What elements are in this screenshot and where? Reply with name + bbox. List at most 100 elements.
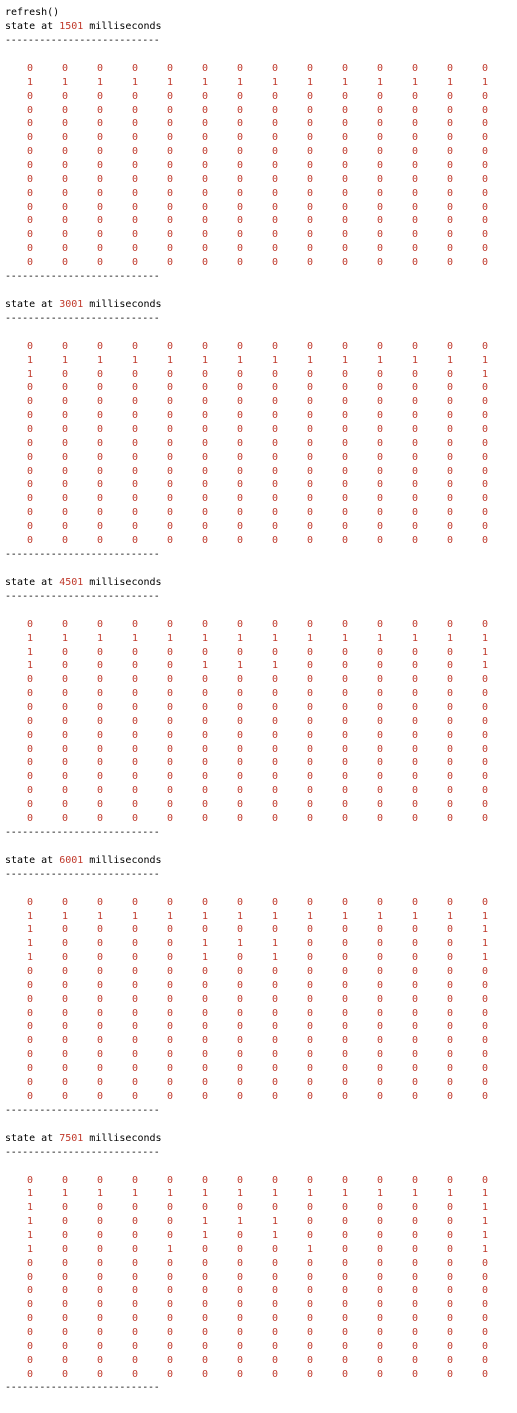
grid-cell: 0 [481,132,489,144]
grid-cell: 0 [26,104,34,116]
grid-cell: 0 [446,1021,454,1033]
grid-cell: 0 [341,1090,349,1102]
grid-cell: 0 [201,771,209,783]
grid-cell: 0 [446,771,454,783]
grid-cell: 0 [131,1202,139,1214]
grid-cell: 0 [236,118,244,130]
grid-cell: 1 [271,1188,279,1200]
grid-cell: 0 [446,1035,454,1047]
grid-cell: 1 [201,1188,209,1200]
grid-cell: 0 [166,771,174,783]
grid-cell: 0 [201,1313,209,1325]
grid-cell: 0 [341,257,349,269]
grid-cell: 0 [61,173,69,185]
grid-cell: 0 [271,924,279,936]
grid-cell: 0 [131,688,139,700]
state-suffix: milliseconds [83,854,162,866]
grid-cell: 0 [481,340,489,352]
grid-cell: 0 [341,743,349,755]
grid-cell: 0 [61,507,69,519]
grid-cell: 0 [306,979,314,991]
grid-cell: 0 [166,160,174,172]
grid-cell: 0 [481,90,489,102]
grid-cell: 0 [61,396,69,408]
grid-cell: 0 [271,368,279,380]
grid-cell: 0 [61,674,69,686]
grid-cell: 0 [131,979,139,991]
grid-cell: 0 [236,424,244,436]
grid-cell: 0 [306,757,314,769]
grid-cell: 0 [341,118,349,130]
grid-cell: 0 [306,715,314,727]
grid-cell: 1 [271,660,279,672]
grid-cell: 0 [26,451,34,463]
state-grid: 0 0 0 0 0 0 0 0 0 0 0 0 0 0 1 1 1 1 1 1 1 1 1 1 1 1 1 1 1 0 0 0 0 0 0 0 0 0 0 0… [24,618,510,826]
grid-cell: 0 [236,410,244,422]
grid-cell: 0 [26,215,34,227]
grid-cell: 0 [376,1216,384,1228]
grid-cell: 0 [306,1354,314,1366]
grid-cell: 0 [446,743,454,755]
grid-cell: 1 [201,952,209,964]
grid-cell: 0 [26,1090,34,1102]
grid-cell: 0 [201,229,209,241]
grid-cell: 0 [271,1174,279,1186]
grid-cell: 0 [236,451,244,463]
grid-cell: 0 [236,993,244,1005]
grid-cell: 0 [236,1285,244,1297]
state-ms-value: 3001 [59,298,84,310]
grid-cell: 0 [446,340,454,352]
grid-cell: 1 [411,910,419,922]
grid-cell: 1 [481,938,489,950]
grid-cell: 0 [131,257,139,269]
grid-cell: 0 [341,160,349,172]
grid-cell: 0 [26,1035,34,1047]
grid-cell: 0 [131,507,139,519]
grid-cell: 0 [271,1202,279,1214]
grid-cell: 0 [96,160,104,172]
grid-cell: 0 [201,90,209,102]
grid-cell: 0 [411,1285,419,1297]
grid-cell: 0 [131,896,139,908]
grid-cell: 1 [376,354,384,366]
separator-line: --------------------------- [5,1146,160,1158]
grid-cell: 0 [166,173,174,185]
grid-cell: 1 [131,354,139,366]
grid-cell: 0 [201,451,209,463]
grid-cell: 0 [61,812,69,824]
grid-cell: 0 [481,1174,489,1186]
grid-cell: 0 [201,493,209,505]
grid-cell: 0 [61,1202,69,1214]
states-list: state at 1501 milliseconds --------------… [5,20,510,1395]
grid-cell: 1 [26,1202,34,1214]
grid-cell: 0 [271,215,279,227]
grid-cell: 0 [341,493,349,505]
grid-cell: 0 [166,229,174,241]
grid-cell: 0 [481,1354,489,1366]
grid-cell: 0 [411,729,419,741]
grid-cell: 0 [96,924,104,936]
grid-cell: 0 [201,1368,209,1380]
grid-cell: 0 [271,1285,279,1297]
grid-cell: 0 [61,437,69,449]
grid-cell: 0 [96,437,104,449]
grid-cell: 0 [376,229,384,241]
grid-cell: 1 [26,354,34,366]
grid-cell: 1 [166,354,174,366]
grid-cell: 0 [236,979,244,991]
grid-cell: 0 [341,688,349,700]
grid-cell: 0 [166,215,174,227]
grid-cell: 1 [26,1188,34,1200]
grid-cell: 0 [411,1368,419,1380]
grid-cell: 0 [201,1021,209,1033]
grid-cell: 0 [201,146,209,158]
grid-cell: 1 [26,660,34,672]
grid-cell: 0 [446,118,454,130]
grid-cell: 0 [166,743,174,755]
grid-cell: 0 [306,396,314,408]
grid-cell: 0 [271,1076,279,1088]
grid-cell: 0 [236,1035,244,1047]
grid-cell: 0 [236,952,244,964]
state-grid: 0 0 0 0 0 0 0 0 0 0 0 0 0 0 1 1 1 1 1 1 1 1 1 1 1 1 1 1 1 0 0 0 0 0 0 0 0 0 0 0… [24,340,510,548]
grid-cell: 0 [26,729,34,741]
